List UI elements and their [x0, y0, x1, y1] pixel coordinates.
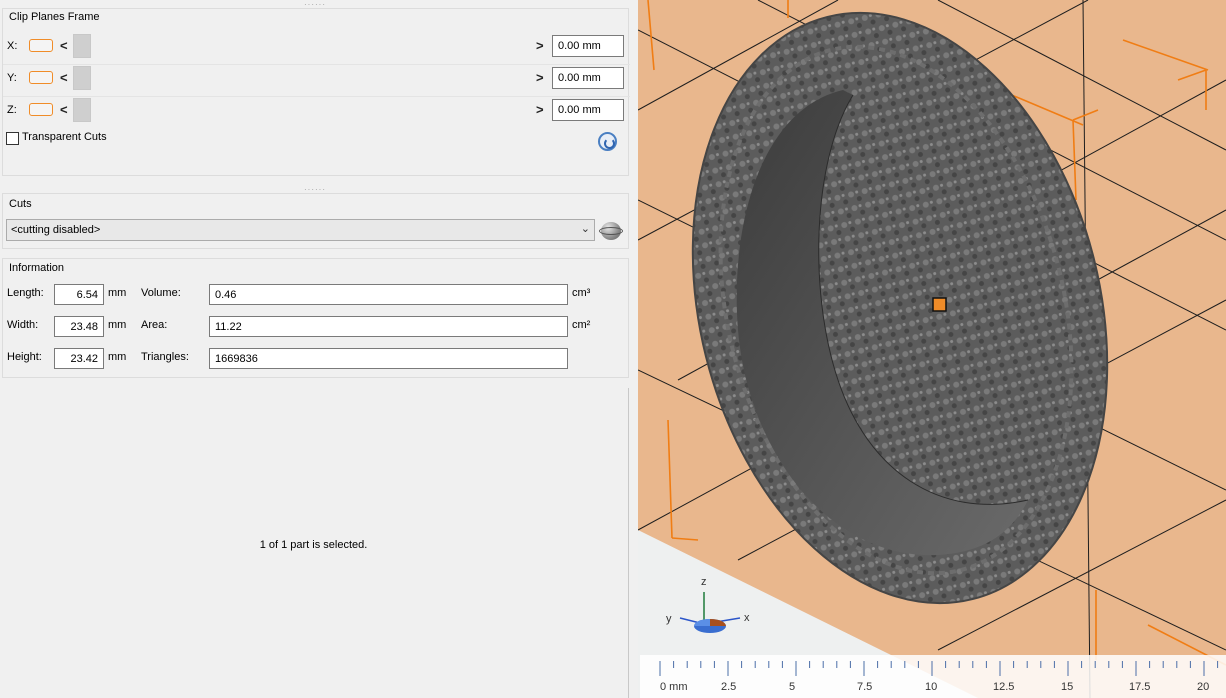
- clip-plane-x-slider[interactable]: [73, 34, 533, 59]
- axis-z-label: Z:: [7, 104, 17, 116]
- length-unit: mm: [108, 287, 127, 299]
- ruler-label: 7.5: [857, 681, 872, 693]
- axis-x-label: X:: [7, 40, 18, 52]
- transparent-cuts-label: Transparent Cuts: [22, 131, 107, 143]
- clip-plane-x-toggle[interactable]: [29, 39, 53, 52]
- height-label: Height:: [7, 351, 42, 363]
- left-panel: ······ Clip Planes Frame X: < > Y: < > Z…: [0, 0, 638, 698]
- selection-handle: [932, 297, 947, 312]
- ruler-label: 5: [789, 681, 795, 693]
- axis-z-label: z: [701, 576, 707, 588]
- height-field[interactable]: [54, 348, 104, 369]
- decrement-z-button[interactable]: <: [60, 102, 68, 117]
- area-field[interactable]: [209, 316, 568, 337]
- ruler-label: 15: [1061, 681, 1073, 693]
- width-unit: mm: [108, 319, 127, 331]
- axis-y-label: Y:: [7, 72, 17, 84]
- chevron-down-icon: ⌄: [580, 223, 590, 235]
- clip-plane-z-toggle[interactable]: [29, 103, 53, 116]
- transparent-cuts-checkbox[interactable]: [6, 132, 19, 145]
- height-unit: mm: [108, 351, 127, 363]
- cuts-title: Cuts: [9, 198, 32, 210]
- increment-z-button[interactable]: >: [536, 102, 544, 117]
- length-label: Length:: [7, 287, 44, 299]
- panel-divider[interactable]: [628, 388, 631, 698]
- clip-plane-y-row: Y: < >: [3, 65, 630, 97]
- viewport-canvas[interactable]: z x y 0 mm 2.5 5 7.5 10 12.5 15 17.5 20: [638, 0, 1226, 698]
- panel-resize-grip[interactable]: ······: [300, 186, 330, 194]
- clip-plane-z-slider[interactable]: [73, 98, 533, 123]
- clip-plane-y-toggle[interactable]: [29, 71, 53, 84]
- slider-thumb[interactable]: [73, 98, 91, 122]
- width-label: Width:: [7, 319, 39, 331]
- selection-status: 1 of 1 part is selected.: [259, 539, 368, 551]
- area-unit: cm²: [572, 319, 591, 331]
- slider-thumb[interactable]: [73, 34, 91, 58]
- clip-plane-x-row: X: < >: [3, 33, 630, 65]
- width-field[interactable]: [54, 316, 104, 337]
- ruler-label: 20: [1197, 681, 1209, 693]
- decrement-x-button[interactable]: <: [60, 38, 68, 53]
- ruler-label: 17.5: [1129, 681, 1150, 693]
- cuts-dropdown[interactable]: <cutting disabled> ⌄: [6, 219, 595, 241]
- cut-sphere-icon[interactable]: [599, 220, 623, 242]
- increment-x-button[interactable]: >: [536, 38, 544, 53]
- clip-planes-frame: Clip Planes Frame X: < > Y: < > Z: <: [2, 8, 630, 176]
- decrement-y-button[interactable]: <: [60, 70, 68, 85]
- volume-label: Volume:: [141, 287, 181, 299]
- ruler-label: 12.5: [993, 681, 1014, 693]
- triangles-field[interactable]: [209, 348, 568, 369]
- reset-clip-planes-icon[interactable]: [598, 132, 617, 151]
- ruler: 0 mm 2.5 5 7.5 10 12.5 15 17.5 20: [640, 655, 1226, 698]
- clip-plane-y-input[interactable]: [552, 67, 624, 89]
- ruler-label: 10: [925, 681, 937, 693]
- volume-field[interactable]: [209, 284, 568, 305]
- panel-resize-grip[interactable]: ······: [300, 1, 330, 9]
- cuts-dropdown-value: <cutting disabled>: [11, 224, 101, 236]
- triangles-label: Triangles:: [141, 351, 189, 363]
- axis-y-label: y: [666, 613, 672, 625]
- clip-plane-y-slider[interactable]: [73, 66, 533, 91]
- length-field[interactable]: [54, 284, 104, 305]
- 3d-viewport[interactable]: z x y 0 mm 2.5 5 7.5 10 12.5 15 17.5 20: [638, 0, 1226, 698]
- information-title: Information: [9, 262, 65, 274]
- axis-x-label: x: [744, 612, 750, 624]
- ruler-label: 0 mm: [660, 681, 688, 693]
- volume-unit: cm³: [572, 287, 591, 299]
- clip-planes-title: Clip Planes Frame: [9, 11, 100, 23]
- increment-y-button[interactable]: >: [536, 70, 544, 85]
- clip-plane-z-input[interactable]: [552, 99, 624, 121]
- area-label: Area:: [141, 319, 168, 331]
- slider-thumb[interactable]: [73, 66, 91, 90]
- ruler-label: 2.5: [721, 681, 736, 693]
- clip-plane-z-row: Z: < >: [3, 97, 630, 129]
- clip-plane-x-input[interactable]: [552, 35, 624, 57]
